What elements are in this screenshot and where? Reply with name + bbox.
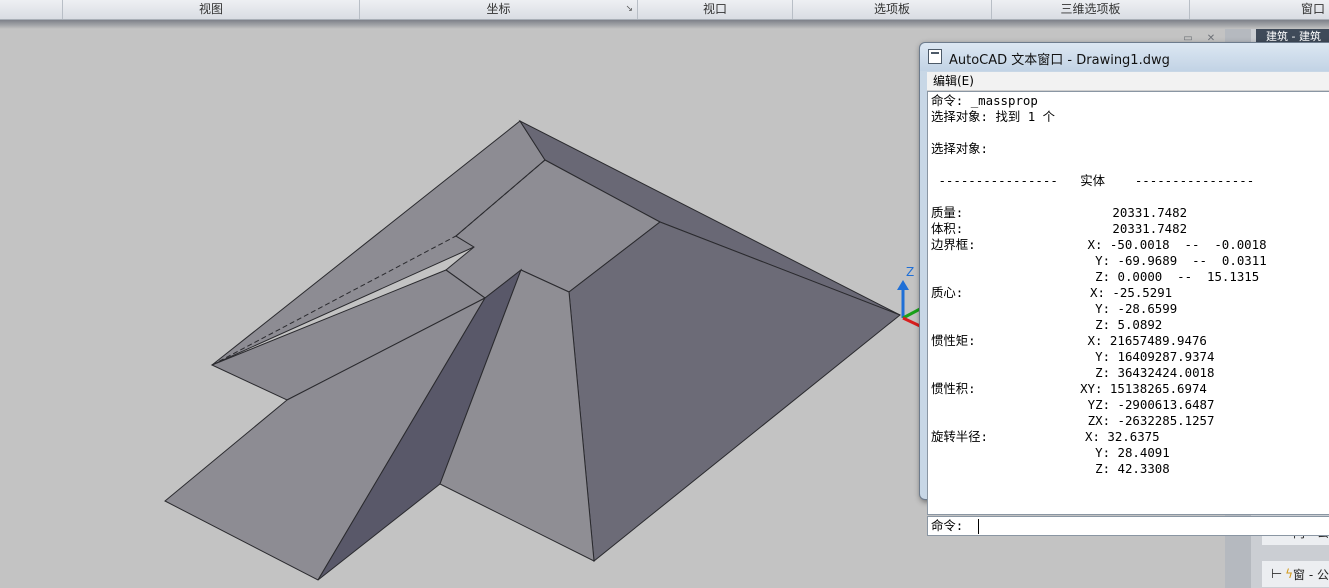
ribbon-panel-bar: 视图 坐标 ↘ 视口 选项板 三维选项板 窗口 [0, 0, 1329, 20]
tool-window[interactable]: ⊢ ϟ 窗 - 公 [1262, 561, 1329, 587]
history-line: Y: 28.4091 [931, 445, 1170, 460]
ribbon-panel-label: 窗口 [1300, 2, 1325, 16]
history-line: Z: 36432424.0018 [931, 365, 1215, 380]
ribbon-panel-3d-palettes[interactable]: 三维选项板 [992, 0, 1190, 19]
panel-launcher-icon[interactable]: ↘ [625, 0, 633, 19]
history-line: Y: 16409287.9374 [931, 349, 1215, 364]
history-line: YZ: -2900613.6487 [931, 397, 1215, 412]
ribbon-panel-label: 三维选项板 [1060, 2, 1121, 16]
ribbon-panel-viewports[interactable]: 视口 [638, 0, 793, 19]
history-line: Y: -28.6599 [931, 301, 1178, 316]
history-line: 选择对象: [931, 141, 989, 156]
ribbon-panel-blank [0, 0, 63, 19]
text-window[interactable]: AutoCAD 文本窗口 - Drawing1.dwg 编辑(E) 命令: _m… [919, 42, 1329, 536]
history-line: Z: 0.0000 -- 15.1315 [931, 269, 1260, 284]
ucs-icon[interactable]: Z [897, 265, 921, 328]
history-line: 质心: X: -25.5291 [931, 285, 1173, 300]
ribbon-panel-window[interactable]: 窗口 [1190, 0, 1329, 19]
text-window-titlebar[interactable]: AutoCAD 文本窗口 - Drawing1.dwg [920, 43, 1329, 71]
ribbon-panel-view[interactable]: 视图 [63, 0, 360, 19]
ucs-z-label: Z [906, 265, 914, 279]
text-caret [978, 519, 979, 534]
tool-label: 窗 - 公 [1293, 567, 1329, 582]
roof-right-face [568, 221, 901, 562]
command-line[interactable]: 命令: [927, 516, 1329, 536]
menu-edit[interactable]: 编辑(E) [933, 73, 974, 89]
history-line: Z: 5.0892 [931, 317, 1163, 332]
text-window-menubar: 编辑(E) [927, 72, 1329, 91]
ribbon-panel-label: 视图 [198, 2, 223, 16]
history-line: 惯性积: XY: 15138265.6974 [931, 381, 1207, 396]
history-line: ---------------- 实体 ---------------- [931, 173, 1255, 188]
ribbon-panel-label: 坐标 [486, 2, 511, 16]
history-line: 命令: _massprop [931, 93, 1038, 108]
history-line: Z: 42.3308 [931, 461, 1170, 476]
text-window-history[interactable]: 命令: _massprop 选择对象: 找到 1 个选择对象: ---------… [927, 91, 1329, 515]
ribbon-panel-palettes[interactable]: 选项板 [793, 0, 992, 19]
history-line: 质量: 20331.7482 [931, 205, 1188, 220]
ribbon-panel-label: 视口 [702, 2, 727, 16]
history-line: ZX: -2632285.1257 [931, 413, 1215, 428]
ribbon-panel-label: 选项板 [873, 2, 910, 16]
ribbon-panel-coordinates[interactable]: 坐标 ↘ [360, 0, 638, 19]
command-prompt: 命令: [931, 518, 964, 533]
ribbon-shadow [0, 20, 1329, 29]
history-line: Y: -69.9689 -- 0.0311 [931, 253, 1267, 268]
text-window-app-icon [928, 49, 942, 64]
lightning-icon: ϟ [1285, 567, 1294, 581]
history-line: 选择对象: 找到 1 个 [931, 109, 1056, 124]
history-line: 边界框: X: -50.0018 -- -0.0018 [931, 237, 1267, 252]
text-window-title: AutoCAD 文本窗口 - Drawing1.dwg [949, 53, 1170, 68]
history-line: 旋转半径: X: 32.6375 [931, 429, 1160, 444]
history-line: 体积: 20331.7482 [931, 221, 1188, 236]
history-line: 惯性矩: X: 21657489.9476 [931, 333, 1207, 348]
